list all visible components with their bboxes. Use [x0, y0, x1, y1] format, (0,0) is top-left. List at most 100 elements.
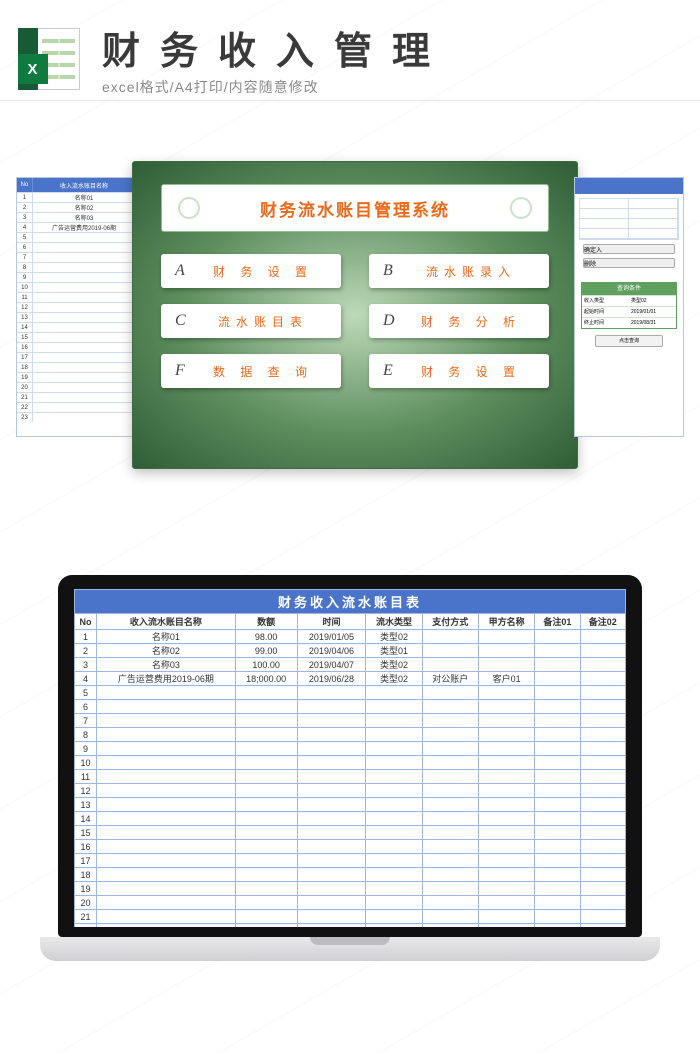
menu-letter: E	[383, 362, 407, 380]
table-row: 13	[75, 798, 626, 812]
excel-badge: X	[18, 54, 48, 84]
column-header: 时间	[297, 614, 366, 630]
table-row: 15	[75, 826, 626, 840]
menu-letter: F	[175, 362, 199, 380]
side-button[interactable]: 确定入	[583, 244, 675, 254]
column-header: 备注01	[535, 614, 580, 630]
menu-panel: 财务流水账目管理系统 A财 务 设 置B流水账录入C流水账目表D财 务 分 析F…	[132, 161, 578, 469]
page-subtitle: excel格式/A4打印/内容随意修改	[102, 77, 670, 97]
table-row: 14	[17, 322, 135, 332]
laptop-mockup: 财务收入流水账目表 No收入流水账目名称数额时间流水类型支付方式甲方名称备注01…	[40, 575, 660, 975]
table-row: 9	[17, 272, 135, 282]
table-row: 12	[17, 302, 135, 312]
table-row: 18	[17, 362, 135, 372]
table-row: 1名称0198.002019/01/05类型02	[75, 630, 626, 644]
column-header: 流水类型	[366, 614, 422, 630]
table-row: 11	[75, 770, 626, 784]
table-row: 7	[17, 252, 135, 262]
laptop-notch	[310, 937, 390, 945]
side-button[interactable]: 删除	[583, 258, 675, 268]
mini-sheet-right: 确定入 删除 查询条件 收入类型类型02起始时间2019/01/01终止时间20…	[574, 177, 684, 437]
table-row: 3名称03100.002019/04/07类型02	[75, 658, 626, 672]
menu-button[interactable]: F数 据 查 询	[161, 354, 341, 388]
table-row: 22	[17, 402, 135, 412]
table-row: 21	[17, 392, 135, 402]
menu-label: 财 务 分 析	[407, 313, 535, 330]
table-row: 7	[75, 714, 626, 728]
table-row: 14	[75, 812, 626, 826]
col-name: 收入流水账目名称	[33, 178, 135, 192]
excel-icon: X	[18, 28, 80, 90]
menu-letter: C	[175, 312, 199, 330]
table-row: 21	[75, 910, 626, 924]
table-row: 18	[75, 868, 626, 882]
table-row: 5	[17, 232, 135, 242]
column-header: 收入流水账目名称	[97, 614, 236, 630]
menu-letter: B	[383, 262, 407, 280]
divider	[0, 100, 700, 101]
table-row: 3名称03	[17, 212, 135, 222]
menu-label: 数 据 查 询	[199, 363, 327, 380]
table-row: 4广告运营费用2019-06期18;000.002019/06/28类型02对公…	[75, 672, 626, 686]
column-header: 支付方式	[422, 614, 478, 630]
table-row: 17	[17, 352, 135, 362]
query-row: 收入类型类型02	[582, 295, 676, 306]
menu-button[interactable]: B流水账录入	[369, 254, 549, 288]
table-row: 6	[17, 242, 135, 252]
query-row: 终止时间2019/08/31	[582, 317, 676, 328]
menu-label: 财 务 设 置	[407, 363, 535, 380]
table-row: 11	[17, 292, 135, 302]
table-row: 22	[75, 924, 626, 928]
table-row: 20	[75, 896, 626, 910]
header: X 财务收入管理 excel格式/A4打印/内容随意修改	[0, 20, 700, 97]
table-row: 23	[17, 412, 135, 422]
menu-letter: A	[175, 262, 199, 280]
table-title: 财务收入流水账目表	[75, 590, 626, 614]
table-row: 15	[17, 332, 135, 342]
mini-sheet-left: No 收入流水账目名称 1名称012名称023名称034广告运营费用2019-0…	[16, 177, 136, 437]
page-title: 财务收入管理	[102, 20, 670, 75]
column-header: No	[75, 614, 97, 630]
table-row: 10	[75, 756, 626, 770]
table-row: 19	[75, 882, 626, 896]
table-row: 8	[75, 728, 626, 742]
column-header: 甲方名称	[478, 614, 534, 630]
menu-label: 流水账目表	[199, 313, 327, 330]
column-header: 数额	[235, 614, 297, 630]
table-row: 1名称01	[17, 192, 135, 202]
menu-label: 财 务 设 置	[199, 263, 327, 280]
laptop-screen: 财务收入流水账目表 No收入流水账目名称数额时间流水类型支付方式甲方名称备注01…	[58, 575, 642, 937]
table-row: 6	[75, 700, 626, 714]
table-row: 2名称02	[17, 202, 135, 212]
menu-letter: D	[383, 312, 407, 330]
table-row: 10	[17, 282, 135, 292]
query-row: 起始时间2019/01/01	[582, 306, 676, 317]
income-table: 财务收入流水账目表 No收入流水账目名称数额时间流水类型支付方式甲方名称备注01…	[74, 589, 626, 927]
menu-title: 财务流水账目管理系统	[260, 196, 450, 221]
menu-title-bar: 财务流水账目管理系统	[161, 184, 549, 232]
col-no: No	[17, 178, 33, 192]
circle-icon	[510, 197, 532, 219]
menu-button[interactable]: D财 务 分 析	[369, 304, 549, 338]
query-panel: 查询条件 收入类型类型02起始时间2019/01/01终止时间2019/08/3…	[581, 282, 677, 329]
table-row: 5	[75, 686, 626, 700]
menu-button[interactable]: C流水账目表	[161, 304, 341, 338]
table-row: 17	[75, 854, 626, 868]
table-row: 9	[75, 742, 626, 756]
table-row: 13	[17, 312, 135, 322]
query-title: 查询条件	[582, 283, 676, 295]
table-row: 2名称0299.002019/04/06类型01	[75, 644, 626, 658]
menu-button[interactable]: E财 务 设 置	[369, 354, 549, 388]
table-row: 19	[17, 372, 135, 382]
table-row: 4广告运营费用2019-06期	[17, 222, 135, 232]
menu-label: 流水账录入	[407, 263, 535, 280]
menu-button[interactable]: A财 务 设 置	[161, 254, 341, 288]
table-row: 20	[17, 382, 135, 392]
table-row: 12	[75, 784, 626, 798]
table-row: 16	[17, 342, 135, 352]
circle-icon	[178, 197, 200, 219]
query-button[interactable]: 点击查询	[595, 335, 663, 347]
column-header: 备注02	[580, 614, 625, 630]
table-row: 16	[75, 840, 626, 854]
table-row: 8	[17, 262, 135, 272]
